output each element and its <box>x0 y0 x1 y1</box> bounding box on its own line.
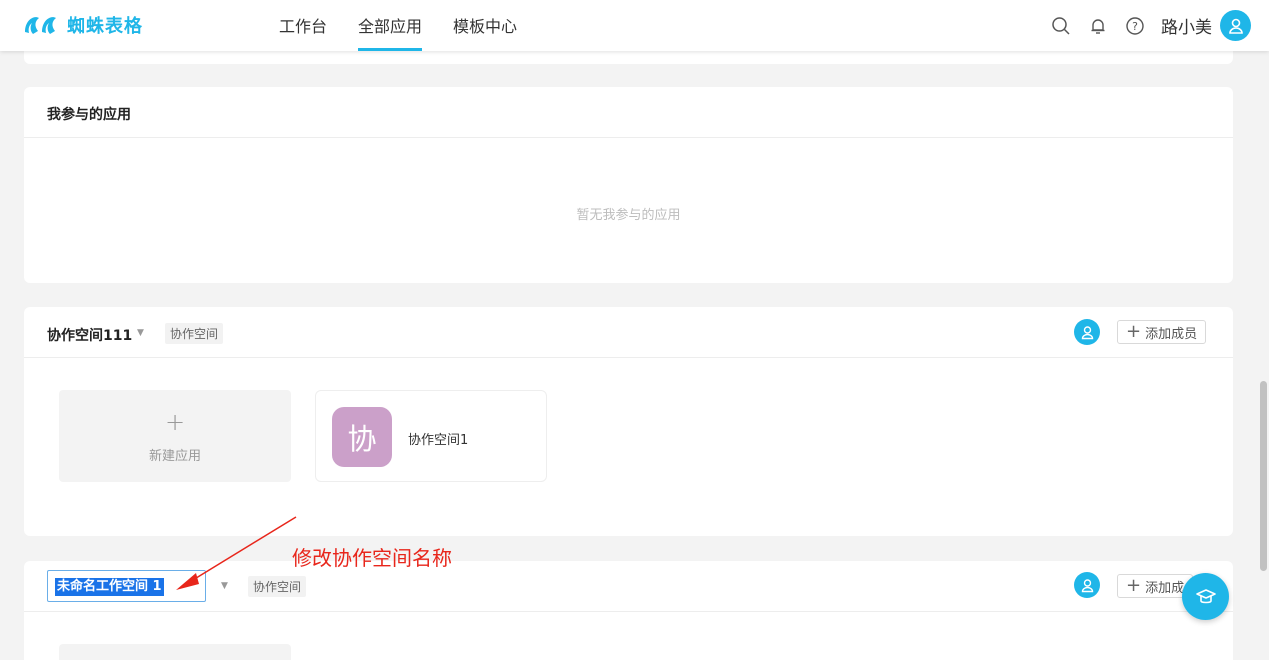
new-app-button[interactable]: + 新建应用 <box>59 390 291 482</box>
user-icon <box>1081 325 1093 339</box>
app-icon: 协 <box>332 407 392 467</box>
workspace-card-renaming: 未命名工作空间 1 ▼ 协作空间 + 添加成 <box>24 561 1233 660</box>
help-icon[interactable]: ? <box>1125 16 1145 36</box>
new-app-label: 新建应用 <box>148 449 201 464</box>
svg-text:?: ? <box>1132 20 1138 33</box>
spider-logo-icon <box>25 17 56 34</box>
main-nav: 工作台 全部应用 模板中心 <box>279 0 548 51</box>
brand-name: 蜘蛛表格 <box>67 16 143 37</box>
add-member-label: 添加成 <box>1145 580 1185 596</box>
workspace-type-tag: 协作空间 <box>165 323 224 344</box>
workspace-card: 协作空间111 ▼ 协作空间 + 添加成员 + 新建应用 协 协作空间1 <box>24 307 1233 536</box>
section-title: 我参与的应用 <box>47 107 131 123</box>
chevron-down-icon[interactable]: ▼ <box>137 328 144 338</box>
user-avatar[interactable] <box>1220 10 1251 41</box>
app-card[interactable]: 协 协作空间1 <box>315 390 547 482</box>
member-avatar[interactable] <box>1074 572 1100 598</box>
new-app-button[interactable] <box>59 644 291 660</box>
workspace-header: 未命名工作空间 1 ▼ 协作空间 + 添加成 <box>24 561 1233 612</box>
username[interactable]: 路小美 <box>1161 13 1212 38</box>
help-float-button[interactable] <box>1182 573 1229 620</box>
plus-icon: + <box>164 408 186 436</box>
graduation-cap-icon <box>1195 588 1216 603</box>
add-member-button[interactable]: + 添加成员 <box>1117 320 1207 344</box>
scrollbar-thumb[interactable] <box>1260 381 1267 571</box>
add-member-label: 添加成员 <box>1145 326 1198 342</box>
member-avatar[interactable] <box>1074 319 1100 345</box>
nav-item-template-center[interactable]: 模板中心 <box>453 0 517 51</box>
workspace-header: 协作空间111 ▼ 协作空间 + 添加成员 <box>24 307 1233 358</box>
annotation-text: 修改协作空间名称 <box>292 546 452 570</box>
workspace-name-input[interactable]: 未命名工作空间 1 <box>47 570 206 602</box>
workspace-type-tag: 协作空间 <box>248 576 307 597</box>
card-header: 我参与的应用 <box>24 87 1233 138</box>
selected-input-text: 未命名工作空间 1 <box>55 578 164 596</box>
plus-icon: + <box>1126 321 1142 342</box>
bell-icon[interactable] <box>1088 16 1108 36</box>
empty-state-text: 暂无我参与的应用 <box>576 208 681 223</box>
search-icon[interactable] <box>1051 16 1071 36</box>
plus-icon: + <box>1126 575 1142 596</box>
nav-item-workbench[interactable]: 工作台 <box>279 0 327 51</box>
user-icon <box>1228 18 1243 34</box>
top-navigation-bar: 蜘蛛表格 工作台 全部应用 模板中心 ? 路小美 <box>0 0 1269 51</box>
workspace-name[interactable]: 协作空间111 <box>47 325 132 345</box>
app-name: 协作空间1 <box>408 433 469 448</box>
header-actions: ? 路小美 <box>1034 0 1251 51</box>
user-icon <box>1081 578 1093 592</box>
nav-item-all-apps[interactable]: 全部应用 <box>358 0 423 51</box>
participated-apps-card: 我参与的应用 暂无我参与的应用 <box>24 87 1233 283</box>
chevron-down-icon[interactable]: ▼ <box>221 581 228 591</box>
brand-logo[interactable]: 蜘蛛表格 <box>22 12 143 38</box>
